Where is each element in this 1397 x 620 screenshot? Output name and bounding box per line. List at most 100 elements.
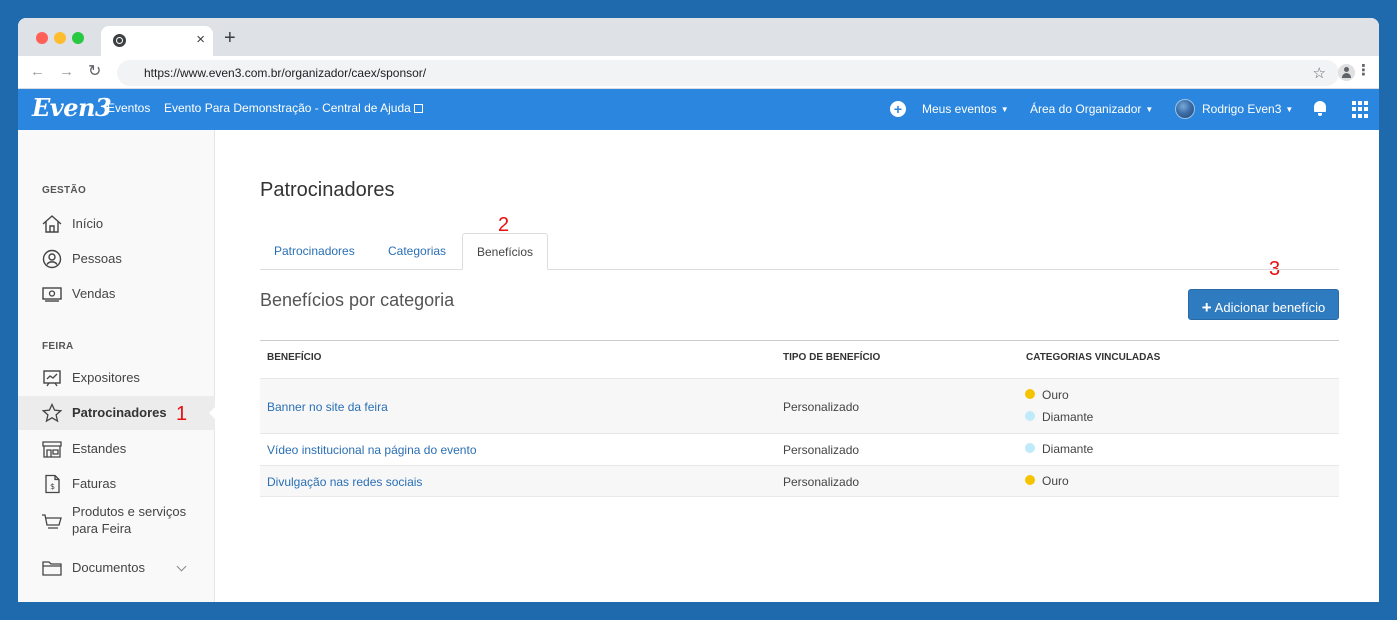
star-icon [41, 403, 63, 423]
linked-categories: Ouro [1025, 470, 1069, 492]
close-tab-icon[interactable]: × [196, 31, 205, 49]
annotation-1: 1 [176, 403, 188, 425]
sidebar-item-label: Estandes [72, 441, 127, 456]
column-header-beneficio: BENEFÍCIO [267, 352, 322, 363]
external-link-icon [413, 104, 423, 113]
plus-icon: + [1201, 298, 1212, 317]
sidebar-section-title: GESTÃO [42, 185, 87, 196]
sidebar-item-produtos[interactable]: Produtos e serviços para Feira [18, 502, 215, 538]
sidebar-item-label: Expositores [72, 370, 140, 385]
url-field[interactable]: https://www.even3.com.br/organizador/cae… [117, 60, 1339, 86]
benefit-link[interactable]: Vídeo institucional na página do evento [267, 443, 477, 457]
sidebar-item-label: Vendas [72, 286, 116, 301]
gold-dot-icon [1025, 475, 1035, 485]
apps-grid-icon[interactable] [1352, 101, 1369, 118]
sidebar: GESTÃO Início Pessoas Vendas FEIRA Expos… [18, 130, 216, 602]
sidebar-item-label: Patrocinadores [72, 405, 167, 420]
sidebar-item-label: Produtos e serviços para Feira [72, 504, 187, 536]
my-events-label: Meus eventos [922, 102, 997, 116]
minimize-window-button[interactable] [54, 32, 66, 44]
tabs-divider [260, 269, 1339, 270]
cart-icon [42, 514, 62, 529]
linked-categories: Ouro Diamante [1025, 384, 1093, 428]
category-tag: Ouro [1025, 470, 1069, 492]
forward-arrow-icon[interactable]: → [59, 63, 74, 81]
bookmark-star-icon[interactable]: ☆ [1313, 64, 1326, 82]
folder-icon [42, 561, 62, 576]
diamond-dot-icon [1025, 411, 1035, 421]
sidebar-item-estandes[interactable]: Estandes [18, 432, 215, 466]
address-bar: ← → ↻ https://www.even3.com.br/organizad… [18, 56, 1379, 89]
category-label: Ouro [1042, 388, 1069, 402]
profile-icon[interactable] [1338, 64, 1355, 81]
category-label: Diamante [1042, 410, 1094, 424]
board-icon [43, 370, 61, 387]
new-tab-button[interactable]: + [224, 28, 236, 48]
benefits-table: BENEFÍCIO TIPO DE BENEFÍCIO CATEGORIAS V… [260, 340, 1339, 497]
sidebar-item-expositores[interactable]: Expositores [18, 361, 215, 395]
tab-categorias[interactable]: Categorias [388, 244, 446, 258]
brand-tag: Eventos [107, 101, 151, 115]
tab-beneficios[interactable]: Benefícios [462, 233, 548, 270]
chevron-down-icon [176, 561, 187, 572]
sidebar-item-label: Faturas [72, 476, 117, 491]
page-title: Patrocinadores [260, 179, 395, 201]
event-link[interactable]: Evento Para Demonstração - Central de Aj… [164, 101, 423, 115]
benefit-link[interactable]: Banner no site da feira [267, 400, 388, 414]
invoice-icon: $ [45, 474, 60, 494]
my-events-menu[interactable]: Meus eventos ▼ [922, 102, 1009, 116]
bell-icon[interactable] [1313, 99, 1327, 117]
benefit-link[interactable]: Divulgação nas redes sociais [267, 475, 422, 489]
sidebar-section-title: FEIRA [42, 341, 74, 352]
section-subtitle: Benefícios por categoria [260, 290, 455, 310]
browser-tab[interactable]: × [101, 26, 213, 56]
organizer-area-label: Área do Organizador [1030, 102, 1142, 116]
home-icon [42, 215, 62, 233]
gold-dot-icon [1025, 389, 1035, 399]
tab-patrocinadores[interactable]: Patrocinadores [274, 244, 355, 258]
user-icon [42, 249, 62, 269]
category-label: Diamante [1042, 442, 1094, 456]
caret-down-icon: ▼ [1000, 105, 1009, 114]
even3-logo[interactable]: Even3 [32, 93, 112, 122]
user-menu[interactable]: Rodrigo Even3 ▼ [1202, 102, 1293, 116]
sidebar-item-label: Documentos [72, 560, 145, 575]
add-circle-icon[interactable]: + [890, 101, 906, 117]
sidebar-item-documentos[interactable]: Documentos [18, 551, 215, 585]
user-name-label: Rodrigo Even3 [1202, 102, 1282, 116]
caret-down-icon: ▼ [1145, 105, 1154, 114]
chrome-icon [113, 34, 126, 47]
browser-window: × + ← → ↻ https://www.even3.com.br/organ… [18, 18, 1379, 602]
menu-kebab-icon[interactable]: ⋮ [1356, 62, 1371, 80]
category-tag: Diamante [1025, 406, 1093, 428]
table-row: Vídeo institucional na página do evento … [260, 433, 1339, 465]
table-row: Banner no site da feira Personalizado Ou… [260, 378, 1339, 433]
svg-text:$: $ [50, 482, 55, 491]
event-link-label: Evento Para Demonstração - Central de Aj… [164, 101, 411, 115]
store-icon [42, 441, 62, 458]
back-arrow-icon[interactable]: ← [30, 63, 45, 81]
sidebar-item-faturas[interactable]: $ Faturas [18, 467, 215, 501]
organizer-area-menu[interactable]: Área do Organizador ▼ [1030, 102, 1153, 116]
linked-categories: Diamante [1025, 438, 1093, 460]
table-header: BENEFÍCIO TIPO DE BENEFÍCIO CATEGORIAS V… [260, 340, 1339, 378]
sidebar-item-pessoas[interactable]: Pessoas [18, 242, 215, 276]
category-label: Ouro [1042, 474, 1069, 488]
benefit-type: Personalizado [783, 443, 860, 457]
column-header-tipo: TIPO DE BENEFÍCIO [783, 352, 881, 363]
category-tag: Diamante [1025, 438, 1093, 460]
app-header: Even3 Eventos Evento Para Demonstração -… [18, 89, 1379, 130]
add-benefit-button[interactable]: + Adicionar benefício [1188, 289, 1339, 320]
benefit-type: Personalizado [783, 400, 860, 414]
category-tag: Ouro [1025, 384, 1093, 406]
maximize-window-button[interactable] [72, 32, 84, 44]
close-window-button[interactable] [36, 32, 48, 44]
diamond-dot-icon [1025, 443, 1035, 453]
caret-down-icon: ▼ [1285, 105, 1294, 114]
reload-icon[interactable]: ↻ [88, 63, 101, 81]
table-row: Divulgação nas redes sociais Personaliza… [260, 465, 1339, 497]
sidebar-item-vendas[interactable]: Vendas [18, 277, 215, 311]
sidebar-item-inicio[interactable]: Início [18, 207, 215, 241]
benefit-type: Personalizado [783, 475, 860, 489]
avatar[interactable] [1175, 99, 1195, 119]
